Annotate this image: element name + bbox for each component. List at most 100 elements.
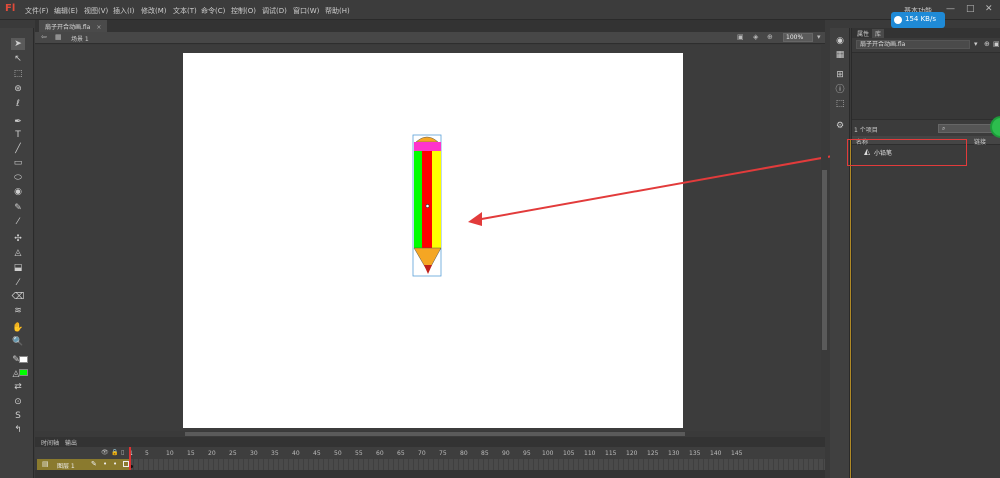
timeline-layer-row[interactable]: ▤ 图层 1 ✎ • • bbox=[37, 459, 129, 470]
tab-output[interactable]: 输出 bbox=[65, 438, 77, 447]
column-linkage[interactable]: 链接 bbox=[974, 137, 986, 146]
menu-commands[interactable]: 命令(C) bbox=[201, 6, 225, 16]
timeline-footer bbox=[35, 470, 825, 478]
frame-number: 80 bbox=[460, 450, 468, 457]
lasso-tool-icon[interactable]: ℓ bbox=[11, 98, 25, 110]
menu-debug[interactable]: 调试(D) bbox=[262, 6, 287, 16]
snap-to-objects-icon[interactable]: ⊙ bbox=[11, 396, 25, 408]
pin-icon[interactable]: ⊕ bbox=[984, 40, 990, 48]
eraser-tool-icon[interactable]: ⌫ bbox=[11, 291, 25, 303]
frame-number: 30 bbox=[250, 450, 258, 457]
arrow-head bbox=[468, 212, 482, 226]
arrow-line bbox=[475, 151, 856, 221]
brush-tool-icon[interactable]: ⁄ bbox=[11, 216, 25, 228]
menu-help[interactable]: 帮助(H) bbox=[325, 6, 350, 16]
selection-tool-icon[interactable]: ➤ bbox=[11, 38, 25, 50]
library-item-count: 1 个项目 bbox=[854, 127, 878, 134]
frame-number: 10 bbox=[166, 450, 174, 457]
free-transform-tool-icon[interactable]: ⬚ bbox=[11, 68, 25, 80]
frame-number: 130 bbox=[668, 450, 680, 457]
hand-tool-icon[interactable]: ✋ bbox=[11, 322, 25, 334]
menu-view[interactable]: 视图(V) bbox=[84, 6, 108, 16]
info-panel-icon[interactable]: ⓘ bbox=[834, 85, 846, 95]
annotation-arrow bbox=[468, 151, 856, 226]
frame-number: 100 bbox=[542, 450, 554, 457]
edit-symbols-icon[interactable]: ◈ bbox=[753, 33, 758, 41]
tools-panel: ➤ ↖ ⬚ ⊛ ℓ ✒ T ╱ ▭ ⬭ ◉ ✎ ⁄ ✣ ◬ ⬓ ⁄ ⌫ ≋ ✋ … bbox=[0, 28, 34, 478]
pencil-drawing[interactable] bbox=[410, 134, 446, 278]
menu-edit[interactable]: 编辑(E) bbox=[54, 6, 78, 16]
chevron-down-icon[interactable]: ▾ bbox=[817, 33, 821, 41]
frame-number: 120 bbox=[626, 450, 638, 457]
maximize-button[interactable]: □ bbox=[966, 4, 975, 14]
back-arrow-icon[interactable]: ⇦ bbox=[41, 33, 47, 41]
document-tab-title: 扇子开合动画.fla bbox=[45, 24, 91, 31]
timeline-header: 👁 🔒 ▯ 1 5 10 15 20 25 30 35 40 45 50 55 … bbox=[35, 447, 825, 459]
swap-colors-icon[interactable]: ⇄ bbox=[11, 381, 25, 393]
eye-icon[interactable]: 👁 bbox=[101, 449, 109, 456]
smooth-icon[interactable]: S bbox=[11, 410, 25, 422]
pen-tool-icon[interactable]: ✒ bbox=[11, 116, 25, 128]
outline-icon[interactable]: ▯ bbox=[121, 449, 124, 456]
color-panel-icon[interactable]: ◉ bbox=[834, 36, 846, 46]
visibility-dot-icon[interactable]: • bbox=[103, 460, 107, 468]
code-snippets-icon[interactable]: ⚙ bbox=[834, 121, 846, 131]
pencil-yellow-stripe bbox=[432, 151, 441, 248]
subselection-tool-icon[interactable]: ↖ bbox=[11, 53, 25, 65]
timeline-frames[interactable] bbox=[129, 459, 825, 470]
menu-modify[interactable]: 修改(M) bbox=[141, 6, 167, 16]
frame-number: 110 bbox=[584, 450, 596, 457]
frame-number: 140 bbox=[710, 450, 722, 457]
fill-color-swatch[interactable] bbox=[19, 369, 28, 376]
eyedropper-tool-icon[interactable]: ⁄ bbox=[11, 277, 25, 289]
polystar-tool-icon[interactable]: ◉ bbox=[11, 186, 25, 198]
scene-label[interactable]: 场景 1 bbox=[71, 34, 89, 43]
zoom-select[interactable]: 100% bbox=[783, 33, 813, 42]
align-panel-icon[interactable]: ⊞ bbox=[834, 70, 846, 80]
zoom-value: 100% bbox=[786, 34, 804, 41]
3d-rotation-tool-icon[interactable]: ⊛ bbox=[11, 83, 25, 95]
layer-name[interactable]: 图层 1 bbox=[57, 461, 75, 470]
lock-dot-icon[interactable]: • bbox=[113, 460, 117, 468]
menu-file[interactable]: 文件(F) bbox=[25, 6, 49, 16]
chevron-down-icon[interactable]: ▾ bbox=[974, 40, 978, 48]
library-preview bbox=[852, 52, 1000, 120]
close-button[interactable]: ✕ bbox=[985, 4, 993, 14]
transform-panel-icon[interactable]: ⬚ bbox=[834, 99, 846, 109]
network-speed-badge: 154 KB/s bbox=[891, 12, 945, 28]
tab-properties[interactable]: 属性 bbox=[854, 29, 872, 38]
frame-number: 45 bbox=[313, 450, 321, 457]
line-tool-icon[interactable]: ╱ bbox=[11, 143, 25, 155]
oval-tool-icon[interactable]: ⬭ bbox=[11, 172, 25, 184]
registration-point-icon bbox=[425, 204, 430, 208]
stroke-color-swatch[interactable] bbox=[19, 356, 28, 363]
menu-window[interactable]: 窗口(W) bbox=[293, 6, 319, 16]
menu-insert[interactable]: 插入(I) bbox=[113, 6, 135, 16]
ink-bottle-tool-icon[interactable]: ⬓ bbox=[11, 262, 25, 274]
bone-tool-icon[interactable]: ✣ bbox=[11, 233, 25, 245]
menu-text[interactable]: 文本(T) bbox=[173, 6, 197, 16]
vertical-scroll-thumb[interactable] bbox=[822, 170, 827, 350]
straighten-icon[interactable]: ↰ bbox=[11, 424, 25, 436]
vertical-scrollbar[interactable] bbox=[821, 45, 828, 432]
lock-icon[interactable]: 🔒 bbox=[111, 449, 118, 456]
menu-control[interactable]: 控制(O) bbox=[231, 6, 256, 16]
rectangle-tool-icon[interactable]: ▭ bbox=[11, 157, 25, 169]
library-search-input[interactable]: ⌕ bbox=[938, 124, 996, 133]
new-library-icon[interactable]: ▣ bbox=[993, 40, 1000, 48]
document-tab[interactable]: 扇子开合动画.fla × bbox=[39, 20, 108, 32]
close-tab-icon[interactable]: × bbox=[96, 24, 101, 31]
pencil-tool-icon[interactable]: ✎ bbox=[11, 202, 25, 214]
tab-library[interactable]: 库 bbox=[872, 29, 885, 38]
paint-bucket-tool-icon[interactable]: ◬ bbox=[11, 247, 25, 259]
library-document-select[interactable]: 扇子开合动画.fla bbox=[856, 40, 970, 49]
swatches-panel-icon[interactable]: ▦ bbox=[834, 50, 846, 60]
width-tool-icon[interactable]: ≋ bbox=[11, 305, 25, 317]
tab-timeline[interactable]: 时间轴 bbox=[41, 438, 59, 447]
horizontal-scroll-thumb[interactable] bbox=[185, 432, 685, 436]
text-tool-icon[interactable]: T bbox=[11, 129, 25, 141]
zoom-tool-icon[interactable]: 🔍 bbox=[11, 336, 25, 348]
minimize-button[interactable]: — bbox=[946, 4, 955, 14]
center-stage-icon[interactable]: ⊕ bbox=[767, 33, 773, 41]
edit-scene-icon[interactable]: ▣ bbox=[737, 33, 744, 41]
